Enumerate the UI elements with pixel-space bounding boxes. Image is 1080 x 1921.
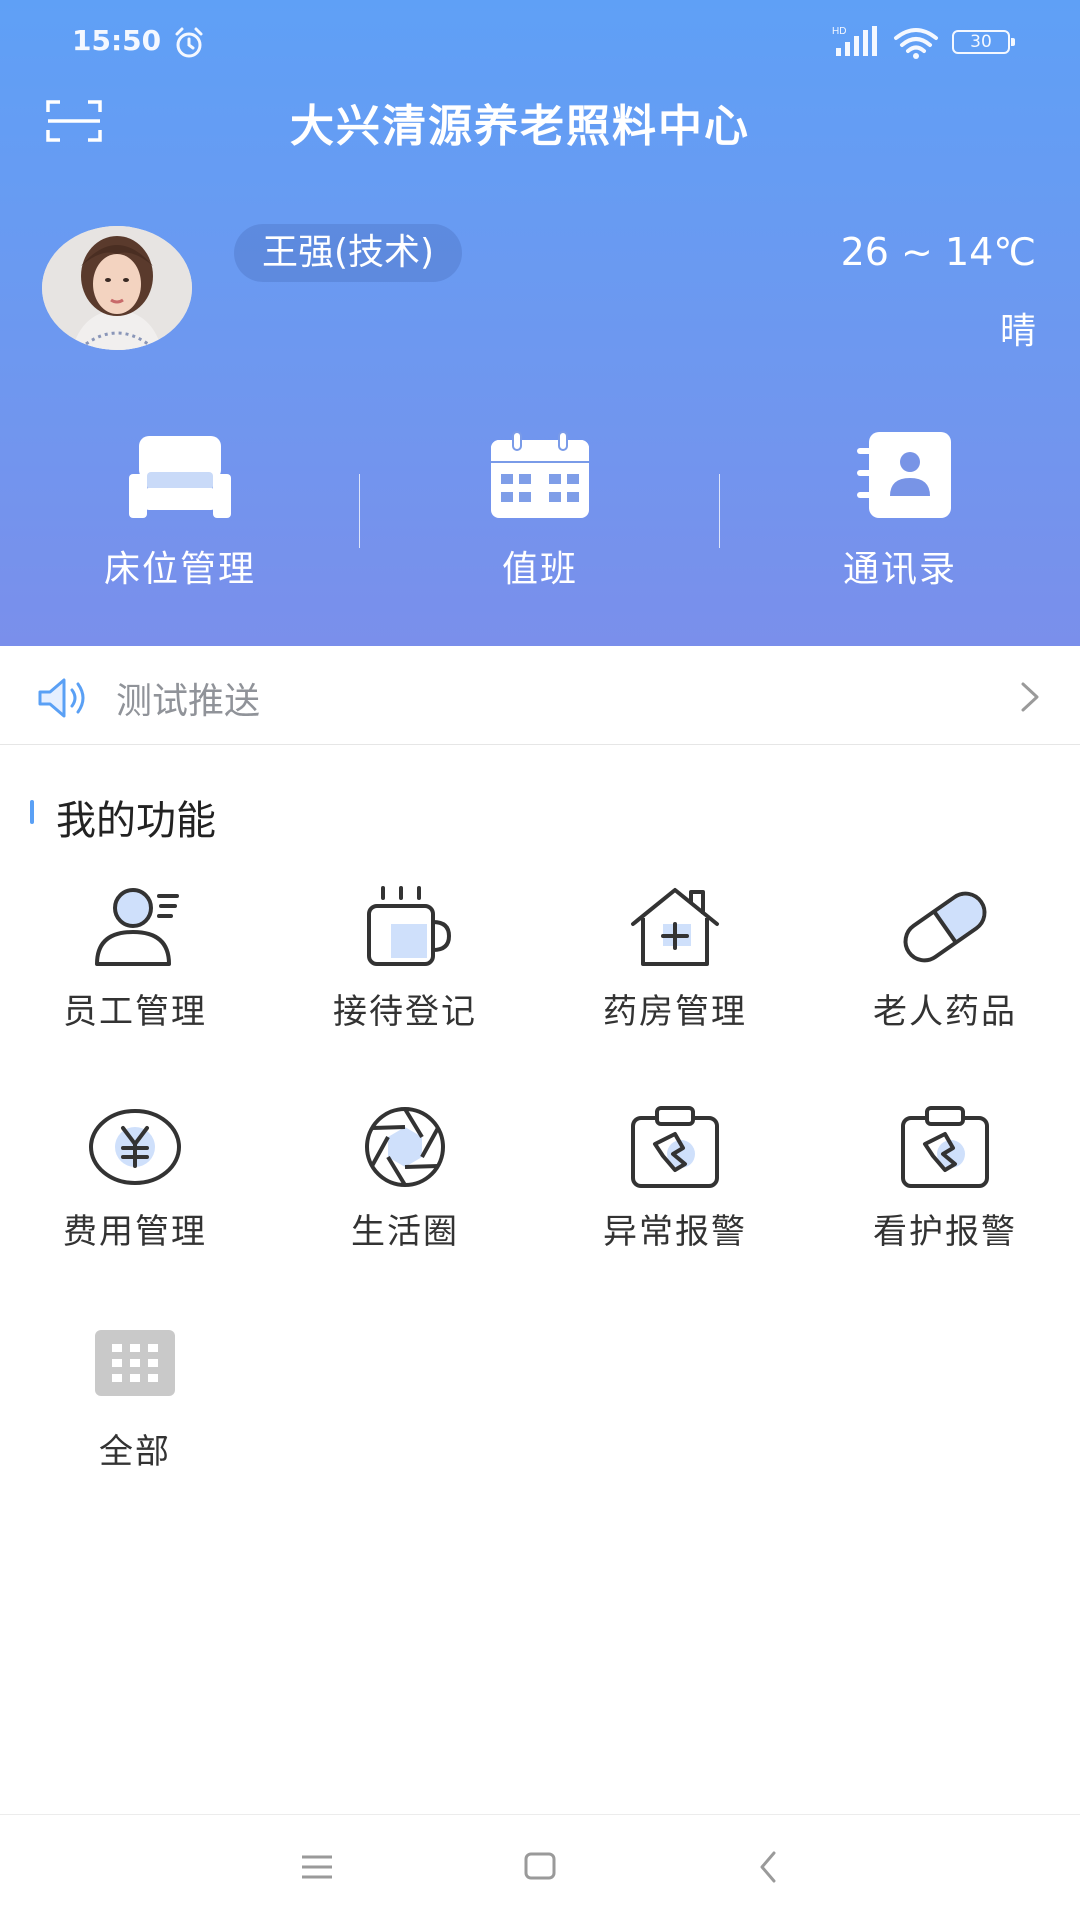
svg-text:HD: HD: [832, 26, 846, 37]
function-label: 老人药品: [873, 992, 1017, 1032]
avatar[interactable]: [42, 226, 192, 350]
function-elder-medicine[interactable]: 老人药品: [810, 884, 1080, 1033]
quick-action-bed-management[interactable]: 床位管理: [0, 430, 360, 592]
contacts-icon: [857, 432, 951, 518]
page-title: 大兴清源养老照料中心: [290, 101, 750, 152]
chevron-right-icon[interactable]: [1018, 680, 1042, 714]
avatar-portrait-icon: [42, 226, 192, 350]
function-label: 接待登记: [333, 992, 477, 1032]
home-square-icon[interactable]: [524, 1852, 556, 1880]
grid-icon: [95, 1330, 175, 1396]
bed-icon: [129, 436, 231, 518]
function-label: 全部: [99, 1432, 171, 1472]
quick-action-label: 值班: [501, 549, 578, 590]
weather-condition: 晴: [999, 311, 1036, 352]
battery-indicator: 30: [952, 30, 1015, 54]
section-title: 我的功能: [56, 798, 216, 844]
scan-icon[interactable]: [46, 98, 102, 144]
quick-action-label: 床位管理: [103, 549, 256, 590]
quick-action-label: 通讯录: [842, 549, 957, 590]
yuan-coin-icon: [89, 1109, 181, 1185]
alarm-clipboard-icon: [631, 1106, 719, 1188]
notice-text[interactable]: 测试推送: [116, 672, 260, 724]
pill-icon: [903, 891, 987, 963]
alarm-clock-icon: [175, 27, 203, 58]
wifi-icon: [894, 28, 938, 59]
cell-signal-icon: HD: [832, 26, 877, 56]
function-label: 药房管理: [603, 992, 747, 1032]
care-alarm-clipboard-icon: [901, 1106, 989, 1188]
status-time: 15:50: [72, 24, 162, 57]
function-care-alarm[interactable]: 看护报警: [810, 1104, 1080, 1253]
weather-temperature: 26 ~ 14℃: [840, 230, 1036, 274]
function-staff-management[interactable]: 员工管理: [0, 884, 270, 1033]
function-label: 员工管理: [63, 992, 207, 1032]
cup-icon: [367, 886, 452, 966]
user-name-badge[interactable]: 王强(技术): [234, 224, 463, 282]
status-bar: 15:50 HD 30: [0, 0, 1080, 84]
function-label: 生活圈: [351, 1212, 459, 1252]
section-accent-bar: [30, 800, 34, 824]
function-label: 费用管理: [63, 1212, 207, 1252]
speaker-icon: [38, 678, 85, 718]
aperture-icon: [365, 1107, 445, 1187]
menu-icon[interactable]: [300, 1854, 334, 1880]
function-pharmacy-management[interactable]: 药房管理: [540, 884, 810, 1033]
function-label: 看护报警: [873, 1212, 1017, 1252]
function-all[interactable]: 全部: [0, 1324, 270, 1473]
pharmacy-house-icon: [631, 888, 719, 966]
quick-action-contacts[interactable]: 通讯录: [720, 430, 1080, 592]
staff-icon: [95, 888, 179, 966]
quick-action-duty[interactable]: 值班: [360, 430, 720, 592]
function-life-circle[interactable]: 生活圈: [270, 1104, 540, 1253]
back-icon[interactable]: [758, 1850, 778, 1884]
calendar-icon: [491, 431, 589, 518]
function-reception-registration[interactable]: 接待登记: [270, 884, 540, 1033]
function-label: 异常报警: [603, 1212, 747, 1252]
function-abnormal-alarm[interactable]: 异常报警: [540, 1104, 810, 1253]
function-fee-management[interactable]: 费用管理: [0, 1104, 270, 1253]
